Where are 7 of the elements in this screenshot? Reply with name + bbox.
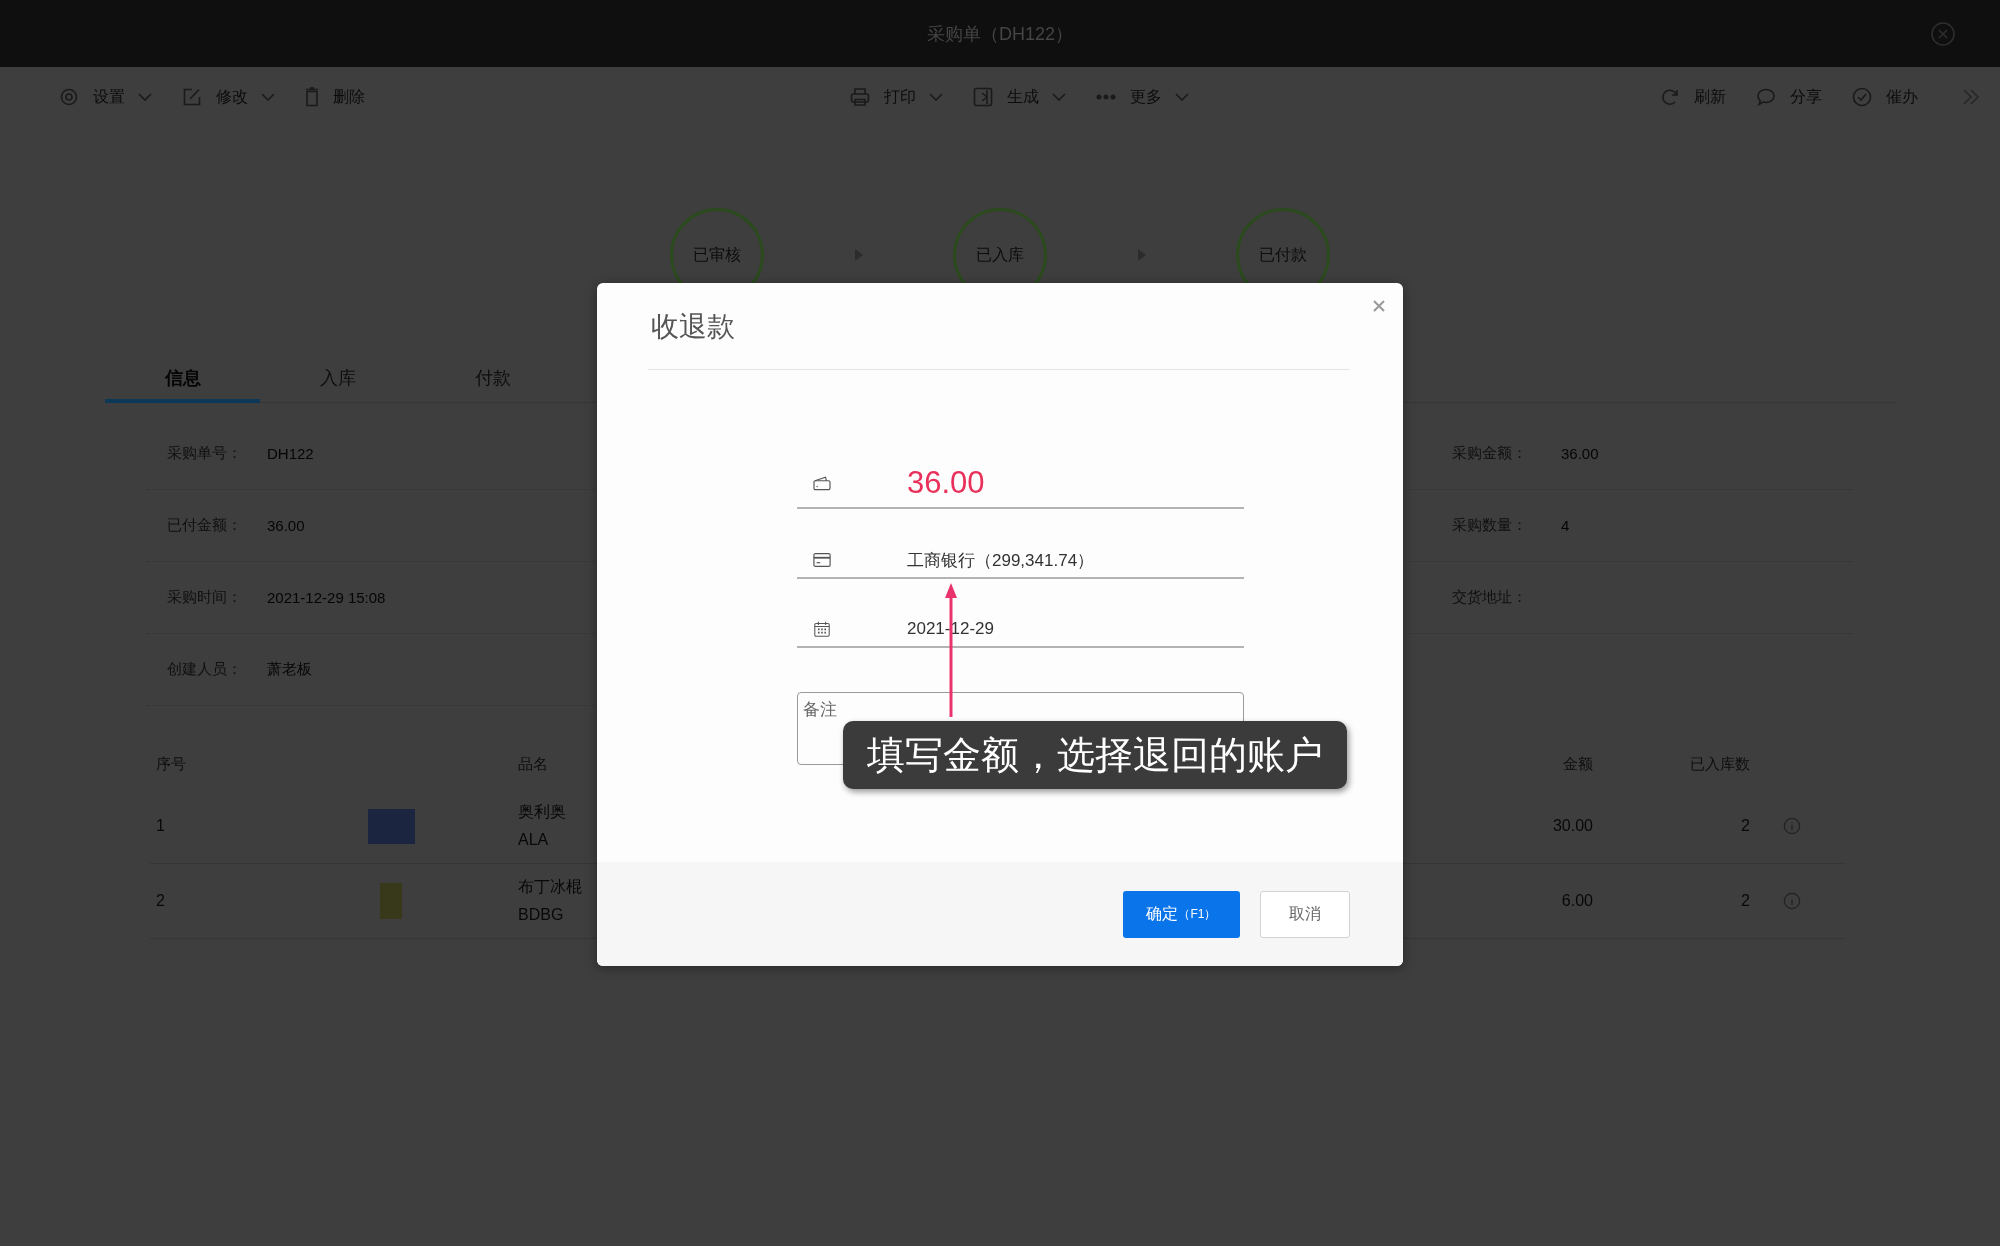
field-value: 36.00	[267, 517, 305, 534]
dialog-title: 收退款	[651, 310, 736, 344]
instruction-tooltip: 填写金额，选择退回的账户	[843, 721, 1347, 789]
field-value: 2021-12-29 15:08	[267, 589, 386, 606]
field-value: 4	[1561, 517, 1570, 534]
field-value: 36.00	[1561, 445, 1599, 462]
field-value: DH122	[267, 445, 314, 462]
